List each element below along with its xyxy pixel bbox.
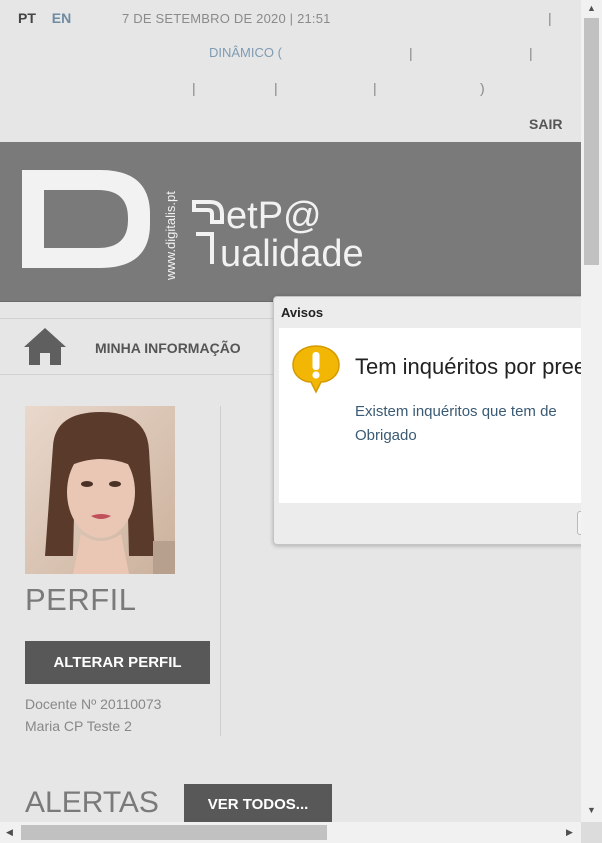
docente-number: Docente Nº 20110073 [25, 696, 162, 712]
close-paren: ) [480, 80, 485, 96]
view-all-button[interactable]: VER TODOS... [184, 784, 332, 826]
vertical-divider [220, 406, 221, 736]
warning-icon [292, 345, 340, 394]
lang-pt-link[interactable]: PT [18, 10, 36, 26]
home-icon[interactable] [22, 325, 68, 367]
dynamic-link[interactable]: DINÂMICO ( [209, 45, 282, 60]
separator: | [548, 10, 552, 26]
vertical-scrollbar[interactable]: ▲ ▼ [581, 0, 602, 822]
user-name: Maria CP Teste 2 [25, 718, 132, 734]
alerts-heading: ALERTAS [25, 786, 159, 819]
scroll-up-arrow-icon[interactable]: ▲ [587, 4, 596, 13]
dialog-heading: Tem inquéritos por pree [355, 354, 587, 379]
current-datetime: 7 DE SETEMBRO DE 2020 | 21:51 [122, 11, 331, 26]
lang-en-link[interactable]: EN [52, 10, 71, 26]
horizontal-scroll-thumb[interactable] [21, 825, 327, 840]
logout-link[interactable]: SAIR [529, 116, 562, 132]
nav-my-info[interactable]: MINHA INFORMAÇÃO [95, 340, 241, 356]
language-switcher: PT EN [18, 10, 83, 26]
separator: | [274, 80, 278, 96]
app-name-line1: etP@ [226, 195, 322, 237]
dialog-body: Tem inquéritos por pree Existem inquérit… [279, 328, 599, 503]
change-profile-button[interactable]: ALTERAR PERFIL [25, 641, 210, 684]
digitalis-logo[interactable]: www.digitalis.pt etP@ ualidade [0, 142, 581, 302]
logo-side-text: www.digitalis.pt [163, 191, 178, 281]
separator: | [409, 45, 413, 61]
scroll-left-arrow-icon[interactable]: ◀ [6, 828, 13, 837]
separator: | [529, 45, 533, 61]
dialog-text-line2: Obrigado [355, 427, 417, 444]
horizontal-scrollbar[interactable]: ◀ ▶ [0, 822, 581, 843]
scrollbar-corner [581, 822, 602, 843]
warnings-dialog: Avisos Tem inquéritos por pree Existem i… [273, 296, 599, 545]
dialog-text-line1: Existem inquéritos que tem de [355, 403, 557, 420]
profile-photo [25, 406, 175, 574]
separator: | [192, 80, 196, 96]
dialog-title: Avisos [281, 305, 324, 320]
header-banner: www.digitalis.pt etP@ ualidade [0, 142, 581, 302]
scroll-down-arrow-icon[interactable]: ▼ [587, 806, 596, 815]
profile-heading: PERFIL [25, 582, 137, 617]
scroll-right-arrow-icon[interactable]: ▶ [566, 828, 573, 837]
app-name-line2: ualidade [220, 233, 364, 275]
vertical-scroll-thumb[interactable] [584, 18, 599, 265]
separator: | [373, 80, 377, 96]
